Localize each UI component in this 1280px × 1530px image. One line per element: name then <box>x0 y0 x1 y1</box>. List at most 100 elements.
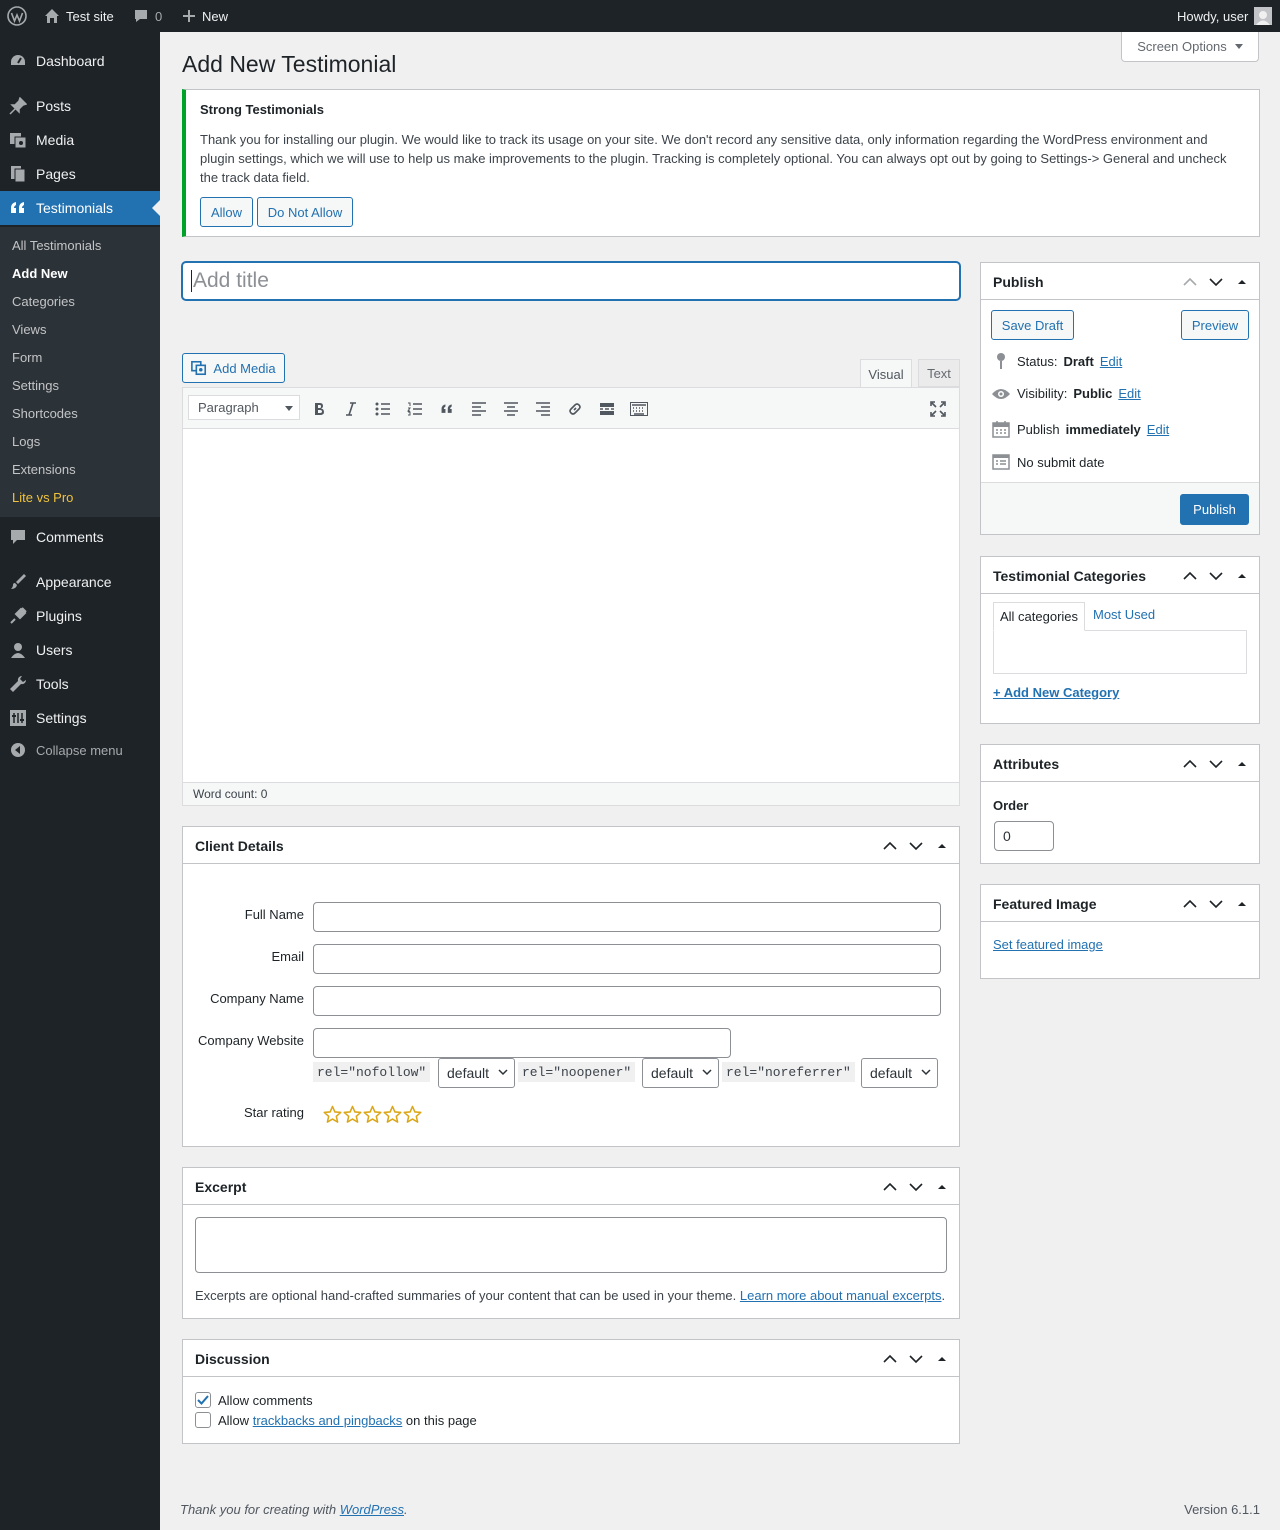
allow-button[interactable]: Allow <box>200 197 253 227</box>
preview-button[interactable]: Preview <box>1181 310 1249 340</box>
collapse-menu-button[interactable]: Collapse menu <box>0 733 160 767</box>
submenu-extensions[interactable]: Extensions <box>12 462 76 477</box>
move-up-icon[interactable] <box>1181 895 1199 913</box>
star-icon[interactable] <box>383 1105 402 1124</box>
status-edit-link[interactable]: Edit <box>1100 354 1122 369</box>
tab-most-used[interactable]: Most Used <box>1093 607 1155 622</box>
sidebar-item-users[interactable]: Users <box>0 633 160 667</box>
title-input[interactable]: Add title <box>182 262 960 300</box>
toggle-panel-icon[interactable] <box>1233 895 1251 913</box>
site-name-link[interactable]: Test site <box>44 0 114 32</box>
sidebar-item-plugins[interactable]: Plugins <box>0 599 160 633</box>
new-content-link[interactable]: New <box>182 0 228 32</box>
read-more-icon[interactable] <box>597 399 617 419</box>
move-up-icon[interactable] <box>881 1350 899 1368</box>
submenu-all-testimonials[interactable]: All Testimonials <box>12 238 101 253</box>
sidebar-item-media[interactable]: Media <box>0 123 160 157</box>
trackbacks-link[interactable]: trackbacks and pingbacks <box>253 1413 403 1428</box>
sidebar-item-tools[interactable]: Tools <box>0 667 160 701</box>
noreferrer-select[interactable]: default <box>861 1058 938 1088</box>
numbered-list-icon[interactable] <box>405 399 425 419</box>
company-website-input[interactable] <box>313 1028 731 1058</box>
visibility-label: Visibility: <box>1017 386 1068 401</box>
align-center-icon[interactable] <box>501 399 521 419</box>
sidebar-item-pages[interactable]: Pages <box>0 157 160 191</box>
order-input[interactable]: 0 <box>994 821 1054 851</box>
move-up-icon[interactable] <box>1181 567 1199 585</box>
sidebar-item-dashboard[interactable]: Dashboard <box>0 44 160 78</box>
toggle-panel-icon[interactable] <box>933 1178 951 1196</box>
sidebar-item-settings[interactable]: Settings <box>0 701 160 735</box>
toggle-panel-icon[interactable] <box>933 1350 951 1368</box>
blockquote-icon[interactable] <box>437 399 457 419</box>
move-down-icon[interactable] <box>907 837 925 855</box>
italic-icon[interactable] <box>341 399 361 419</box>
do-not-allow-button[interactable]: Do Not Allow <box>257 197 353 227</box>
set-featured-image-link[interactable]: Set featured image <box>993 937 1103 952</box>
wordpress-link[interactable]: WordPress <box>340 1502 404 1517</box>
submenu-form[interactable]: Form <box>12 350 42 365</box>
visibility-edit-link[interactable]: Edit <box>1118 386 1140 401</box>
star-rating[interactable] <box>323 1105 422 1124</box>
save-draft-button[interactable]: Save Draft <box>991 310 1074 340</box>
fullscreen-icon[interactable] <box>928 399 948 419</box>
submenu-shortcodes[interactable]: Shortcodes <box>12 406 78 421</box>
toolbar-toggle-icon[interactable] <box>629 399 649 419</box>
toggle-panel-icon[interactable] <box>933 837 951 855</box>
sidebar-item-label: Settings <box>36 710 87 726</box>
sidebar-item-appearance[interactable]: Appearance <box>0 565 160 599</box>
submenu-categories[interactable]: Categories <box>12 294 75 309</box>
move-down-icon[interactable] <box>907 1178 925 1196</box>
tab-visual[interactable]: Visual <box>860 359 912 388</box>
move-up-icon[interactable] <box>881 1178 899 1196</box>
move-up-icon[interactable] <box>881 837 899 855</box>
tab-all-categories[interactable]: All categories <box>993 602 1086 631</box>
manual-excerpts-link[interactable]: Learn more about manual excerpts <box>740 1288 942 1303</box>
nofollow-select[interactable]: default <box>438 1058 515 1088</box>
screen-options-button[interactable]: Screen Options <box>1121 32 1259 62</box>
submenu-logs[interactable]: Logs <box>12 434 40 449</box>
bulleted-list-icon[interactable] <box>373 399 393 419</box>
wordpress-logo-icon[interactable] <box>7 0 27 32</box>
full-name-input[interactable] <box>313 902 941 932</box>
star-icon[interactable] <box>343 1105 362 1124</box>
move-down-icon[interactable] <box>1207 755 1225 773</box>
toggle-panel-icon[interactable] <box>1233 755 1251 773</box>
noopener-select[interactable]: default <box>642 1058 719 1088</box>
comments-link[interactable]: 0 <box>133 0 162 32</box>
move-down-icon[interactable] <box>1207 895 1225 913</box>
submenu-lite-vs-pro[interactable]: Lite vs Pro <box>12 490 73 505</box>
submenu-settings[interactable]: Settings <box>12 378 59 393</box>
star-icon[interactable] <box>403 1105 422 1124</box>
company-name-input[interactable] <box>313 986 941 1016</box>
add-new-category-link[interactable]: + Add New Category <box>993 685 1119 700</box>
align-left-icon[interactable] <box>469 399 489 419</box>
move-down-icon[interactable] <box>1207 567 1225 585</box>
publish-button[interactable]: Publish <box>1180 494 1249 525</box>
toggle-panel-icon[interactable] <box>1233 273 1251 291</box>
sidebar-item-testimonials[interactable]: Testimonials <box>0 191 160 225</box>
submenu-views[interactable]: Views <box>12 322 46 337</box>
excerpt-textarea[interactable] <box>195 1217 947 1273</box>
publish-edit-link[interactable]: Edit <box>1147 422 1169 437</box>
format-select[interactable]: Paragraph <box>188 395 300 420</box>
move-up-icon[interactable] <box>1181 755 1199 773</box>
move-down-icon[interactable] <box>1207 273 1225 291</box>
bold-icon[interactable] <box>309 399 329 419</box>
account-menu[interactable]: Howdy, user <box>1177 0 1273 32</box>
sidebar-item-posts[interactable]: Posts <box>0 89 160 123</box>
allow-trackbacks-checkbox[interactable] <box>195 1412 211 1428</box>
move-up-icon[interactable] <box>1181 273 1199 291</box>
submenu-add-new[interactable]: Add New <box>12 266 68 281</box>
align-right-icon[interactable] <box>533 399 553 419</box>
tab-text[interactable]: Text <box>918 359 960 387</box>
add-media-button[interactable]: Add Media <box>182 353 285 383</box>
link-icon[interactable] <box>565 399 585 419</box>
email-input[interactable] <box>313 944 941 974</box>
sidebar-item-comments[interactable]: Comments <box>0 520 160 554</box>
star-icon[interactable] <box>323 1105 342 1124</box>
toggle-panel-icon[interactable] <box>1233 567 1251 585</box>
allow-comments-checkbox[interactable] <box>195 1392 211 1408</box>
move-down-icon[interactable] <box>907 1350 925 1368</box>
star-icon[interactable] <box>363 1105 382 1124</box>
